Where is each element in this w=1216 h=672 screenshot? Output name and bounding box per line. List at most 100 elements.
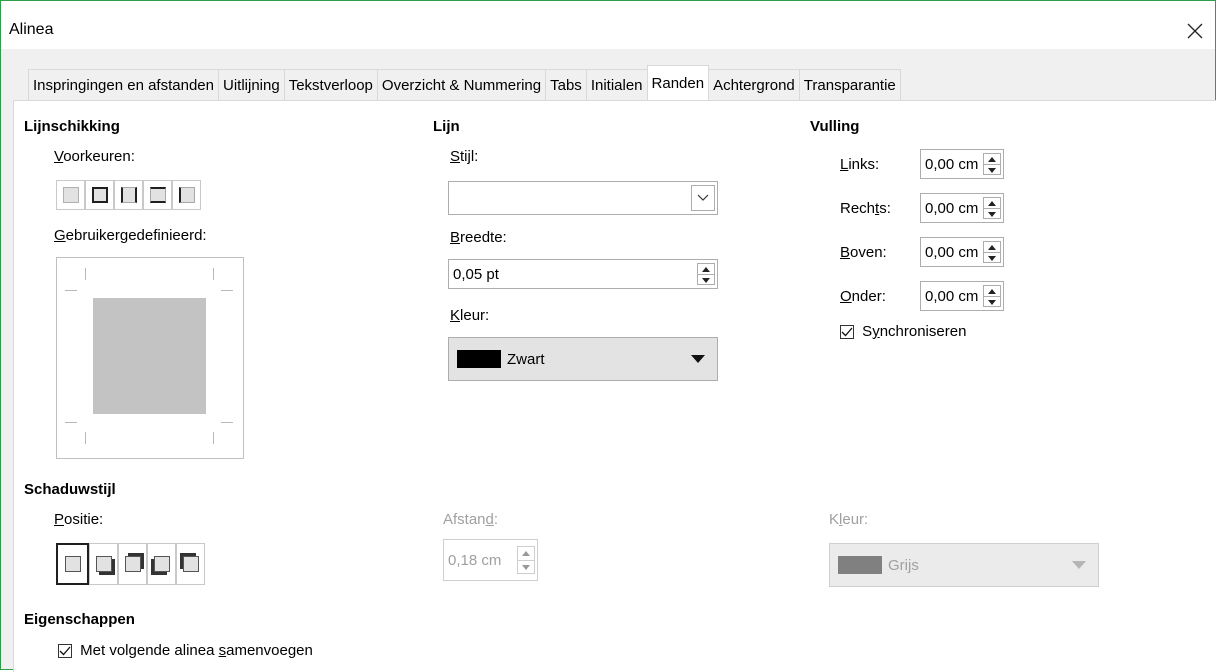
shadow-color-button[interactable]: Grijs bbox=[829, 543, 1099, 587]
border-top-bottom-icon bbox=[149, 187, 166, 203]
label-text: tijl: bbox=[460, 148, 479, 165]
shadow-top-left-icon bbox=[182, 556, 199, 572]
presets-label: Voorkeuren: bbox=[54, 148, 135, 165]
tab-label: Overzicht & Nummering bbox=[381, 76, 542, 94]
spin-down-button[interactable] bbox=[984, 164, 1000, 175]
tab-label: Transparantie bbox=[803, 76, 896, 94]
padding-right-spinbox[interactable]: 0,00 cm bbox=[920, 193, 1004, 223]
shadow-bottom-left-button[interactable] bbox=[147, 543, 176, 585]
padding-right-label: Rechts: bbox=[840, 200, 891, 217]
arrow-down-icon bbox=[988, 255, 996, 261]
spin-down-button[interactable] bbox=[984, 208, 1000, 219]
label-text: ositie: bbox=[64, 511, 104, 528]
checkbox-box[interactable] bbox=[840, 325, 854, 340]
access-key: V bbox=[54, 148, 64, 165]
label-text: Met volgende alinea bbox=[80, 642, 219, 659]
preset-left-right-button[interactable] bbox=[114, 180, 143, 210]
spin-down-button[interactable] bbox=[518, 560, 534, 574]
spin-down-button[interactable] bbox=[984, 252, 1000, 263]
access-key: O bbox=[840, 288, 852, 305]
access-key: s bbox=[218, 642, 227, 659]
preset-left-button[interactable] bbox=[172, 180, 201, 210]
arrow-down-icon bbox=[988, 167, 996, 173]
label-text: inks: bbox=[848, 156, 880, 173]
access-key: y bbox=[872, 323, 880, 340]
label-text: reedte: bbox=[460, 229, 507, 246]
tab-tekstverloop[interactable]: Tekstverloop bbox=[283, 69, 378, 100]
tab-randen[interactable]: Randen bbox=[646, 65, 710, 100]
checkbox-box[interactable] bbox=[58, 644, 72, 659]
line-color-button[interactable]: Zwart bbox=[448, 337, 718, 381]
spin-down-button[interactable] bbox=[698, 274, 714, 285]
tab-overzicht-nummering[interactable]: Overzicht & Nummering bbox=[376, 69, 547, 100]
synchronize-label: Synchroniseren bbox=[862, 323, 966, 340]
tab-label: Achtergrond bbox=[713, 76, 795, 94]
spin-up-button[interactable] bbox=[518, 547, 534, 560]
label-text: nder: bbox=[851, 288, 886, 305]
spin-up-button[interactable] bbox=[984, 286, 1000, 296]
padding-left-spinbox[interactable]: 0,00 cm bbox=[920, 149, 1004, 179]
label-text: : bbox=[493, 511, 499, 528]
arrow-down-icon bbox=[988, 299, 996, 305]
shadow-bottom-right-button[interactable] bbox=[89, 543, 118, 585]
shadow-bottom-right-icon bbox=[95, 556, 112, 572]
padding-top-value: 0,00 cm bbox=[925, 243, 979, 261]
access-key: G bbox=[54, 227, 66, 244]
userdefined-border-preview[interactable] bbox=[56, 257, 244, 459]
line-width-value: 0,05 pt bbox=[453, 265, 499, 283]
shadow-position-presets bbox=[56, 543, 205, 585]
arrow-up-icon bbox=[988, 288, 996, 294]
label-text: oorkeuren: bbox=[63, 148, 135, 165]
tab-initialen[interactable]: Initialen bbox=[585, 69, 648, 100]
padding-bottom-label: Onder: bbox=[840, 288, 886, 305]
padding-bottom-spinbox[interactable]: 0,00 cm bbox=[920, 281, 1004, 311]
label-text: oven: bbox=[850, 244, 887, 261]
spin-up-button[interactable] bbox=[984, 242, 1000, 252]
tab-label: Tekstverloop bbox=[288, 76, 373, 94]
spin-up-button[interactable] bbox=[698, 264, 714, 274]
synchronize-checkbox[interactable]: Synchroniseren bbox=[840, 323, 966, 340]
preset-all-button[interactable] bbox=[85, 180, 114, 210]
label-text: S bbox=[862, 323, 873, 340]
spin-buttons bbox=[983, 285, 1001, 307]
padding-left-value: 0,00 cm bbox=[925, 155, 979, 173]
arrow-up-icon bbox=[522, 551, 530, 556]
eigenschappen-heading: Eigenschappen bbox=[24, 611, 135, 628]
line-width-spinbox[interactable]: 0,05 pt bbox=[448, 259, 718, 289]
dropdown-triangle-icon bbox=[1072, 561, 1086, 569]
spin-down-button[interactable] bbox=[984, 296, 1000, 307]
shadow-top-right-icon bbox=[124, 556, 141, 572]
padding-bottom-value: 0,00 cm bbox=[925, 287, 979, 305]
corner-tick bbox=[65, 422, 77, 423]
corner-tick bbox=[85, 432, 86, 444]
preset-none-button[interactable] bbox=[56, 180, 85, 210]
access-key: B bbox=[840, 244, 851, 261]
preset-top-bottom-button[interactable] bbox=[143, 180, 172, 210]
padding-top-label: Boven: bbox=[840, 244, 887, 261]
tab-uitlijning[interactable]: Uitlijning bbox=[217, 69, 285, 100]
merge-with-next-checkbox[interactable]: Met volgende alinea samenvoegen bbox=[58, 642, 313, 659]
label-text: eur: bbox=[842, 511, 869, 528]
vulling-heading: Vulling bbox=[810, 118, 860, 135]
tab-transparantie[interactable]: Transparantie bbox=[798, 69, 901, 100]
tab-achtergrond[interactable]: Achtergrond bbox=[708, 69, 800, 100]
label-text: K bbox=[829, 511, 840, 528]
shadow-none-button[interactable] bbox=[56, 543, 89, 585]
spin-up-button[interactable] bbox=[984, 154, 1000, 164]
spin-buttons bbox=[983, 153, 1001, 175]
padding-top-spinbox[interactable]: 0,00 cm bbox=[920, 237, 1004, 267]
spin-up-button[interactable] bbox=[984, 198, 1000, 208]
checkmark-icon bbox=[841, 327, 853, 337]
shadow-distance-spinbox[interactable]: 0,18 cm bbox=[443, 539, 538, 581]
label-text: Rech bbox=[840, 200, 876, 217]
close-button[interactable] bbox=[1175, 13, 1215, 49]
line-style-dropdown[interactable] bbox=[448, 181, 718, 215]
tab-inspringingen[interactable]: Inspringingen en afstanden bbox=[28, 69, 219, 100]
dropdown-arrow-button[interactable] bbox=[691, 185, 715, 211]
userdef-label: Gebruikergedefinieerd: bbox=[54, 227, 207, 244]
tab-tabs[interactable]: Tabs bbox=[545, 69, 587, 100]
shadow-top-left-button[interactable] bbox=[176, 543, 205, 585]
shadow-top-right-button[interactable] bbox=[118, 543, 147, 585]
shadow-color-name: Grijs bbox=[888, 556, 919, 574]
label-text: ebruikergedefinieerd: bbox=[65, 227, 207, 244]
